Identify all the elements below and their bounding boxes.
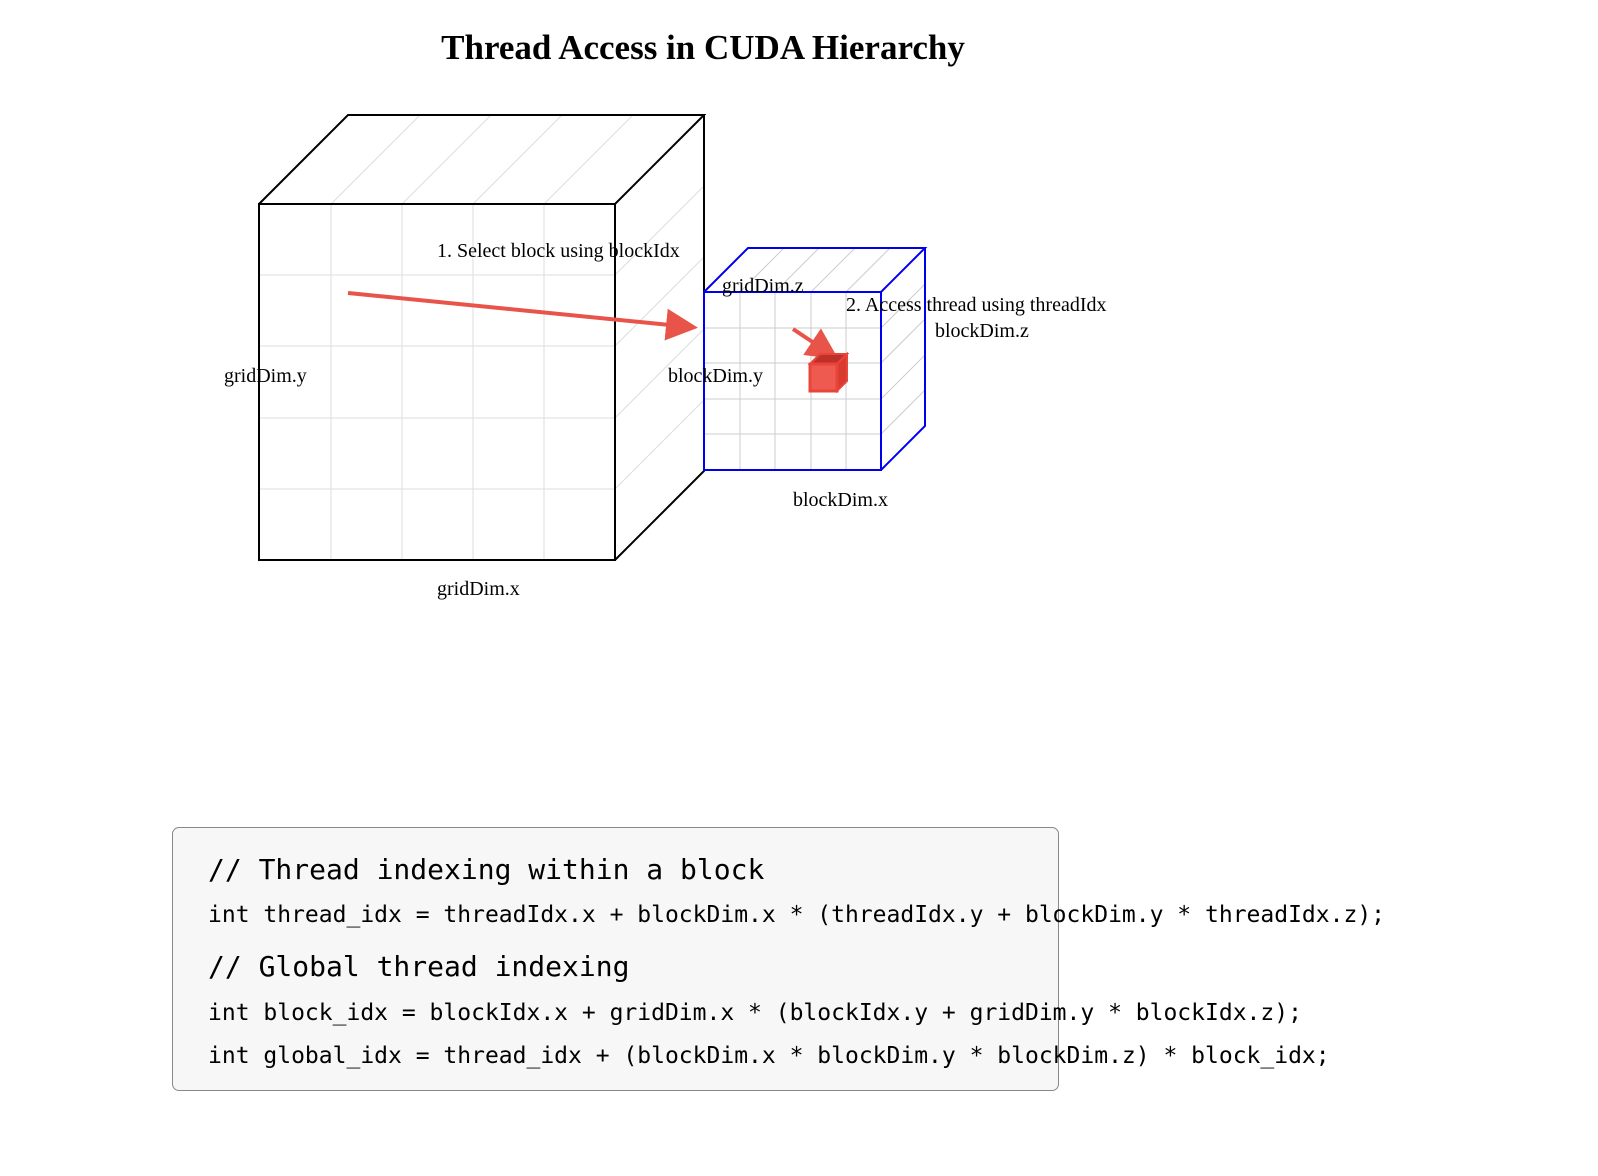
code-line-thread-idx: int thread_idx = threadIdx.x + blockDim.… xyxy=(208,902,1386,928)
step1-label: 1. Select block using blockIdx xyxy=(437,240,680,262)
block-dim-y-label: blockDim.y xyxy=(668,365,763,387)
step2-arrow xyxy=(791,327,839,360)
code-line-block-idx: int block_idx = blockIdx.x + gridDim.x *… xyxy=(208,1000,1302,1026)
code-comment-thread-indexing: // Thread indexing within a block xyxy=(208,853,765,886)
thread-cube xyxy=(807,351,850,394)
step1-arrow xyxy=(347,291,698,341)
cuda-hierarchy-diagram: 1. Select block using blockIdx 2. Access… xyxy=(224,114,1106,600)
step2-label: 2. Access thread using threadIdx xyxy=(846,294,1106,316)
grid-cube-edges xyxy=(258,114,707,561)
code-block: // Thread indexing within a block int th… xyxy=(172,827,1385,1091)
block-dim-z-label: blockDim.z xyxy=(935,320,1029,342)
code-comment-global-indexing: // Global thread indexing xyxy=(208,950,630,983)
block-dim-x-label: blockDim.x xyxy=(793,489,888,511)
grid-cube xyxy=(258,114,707,561)
grid-dim-x-label: gridDim.x xyxy=(437,578,520,600)
grid-dim-y-label: gridDim.y xyxy=(224,365,307,387)
code-line-global-idx: int global_idx = thread_idx + (blockDim.… xyxy=(208,1043,1330,1069)
grid-dim-z-label: gridDim.z xyxy=(722,275,804,297)
